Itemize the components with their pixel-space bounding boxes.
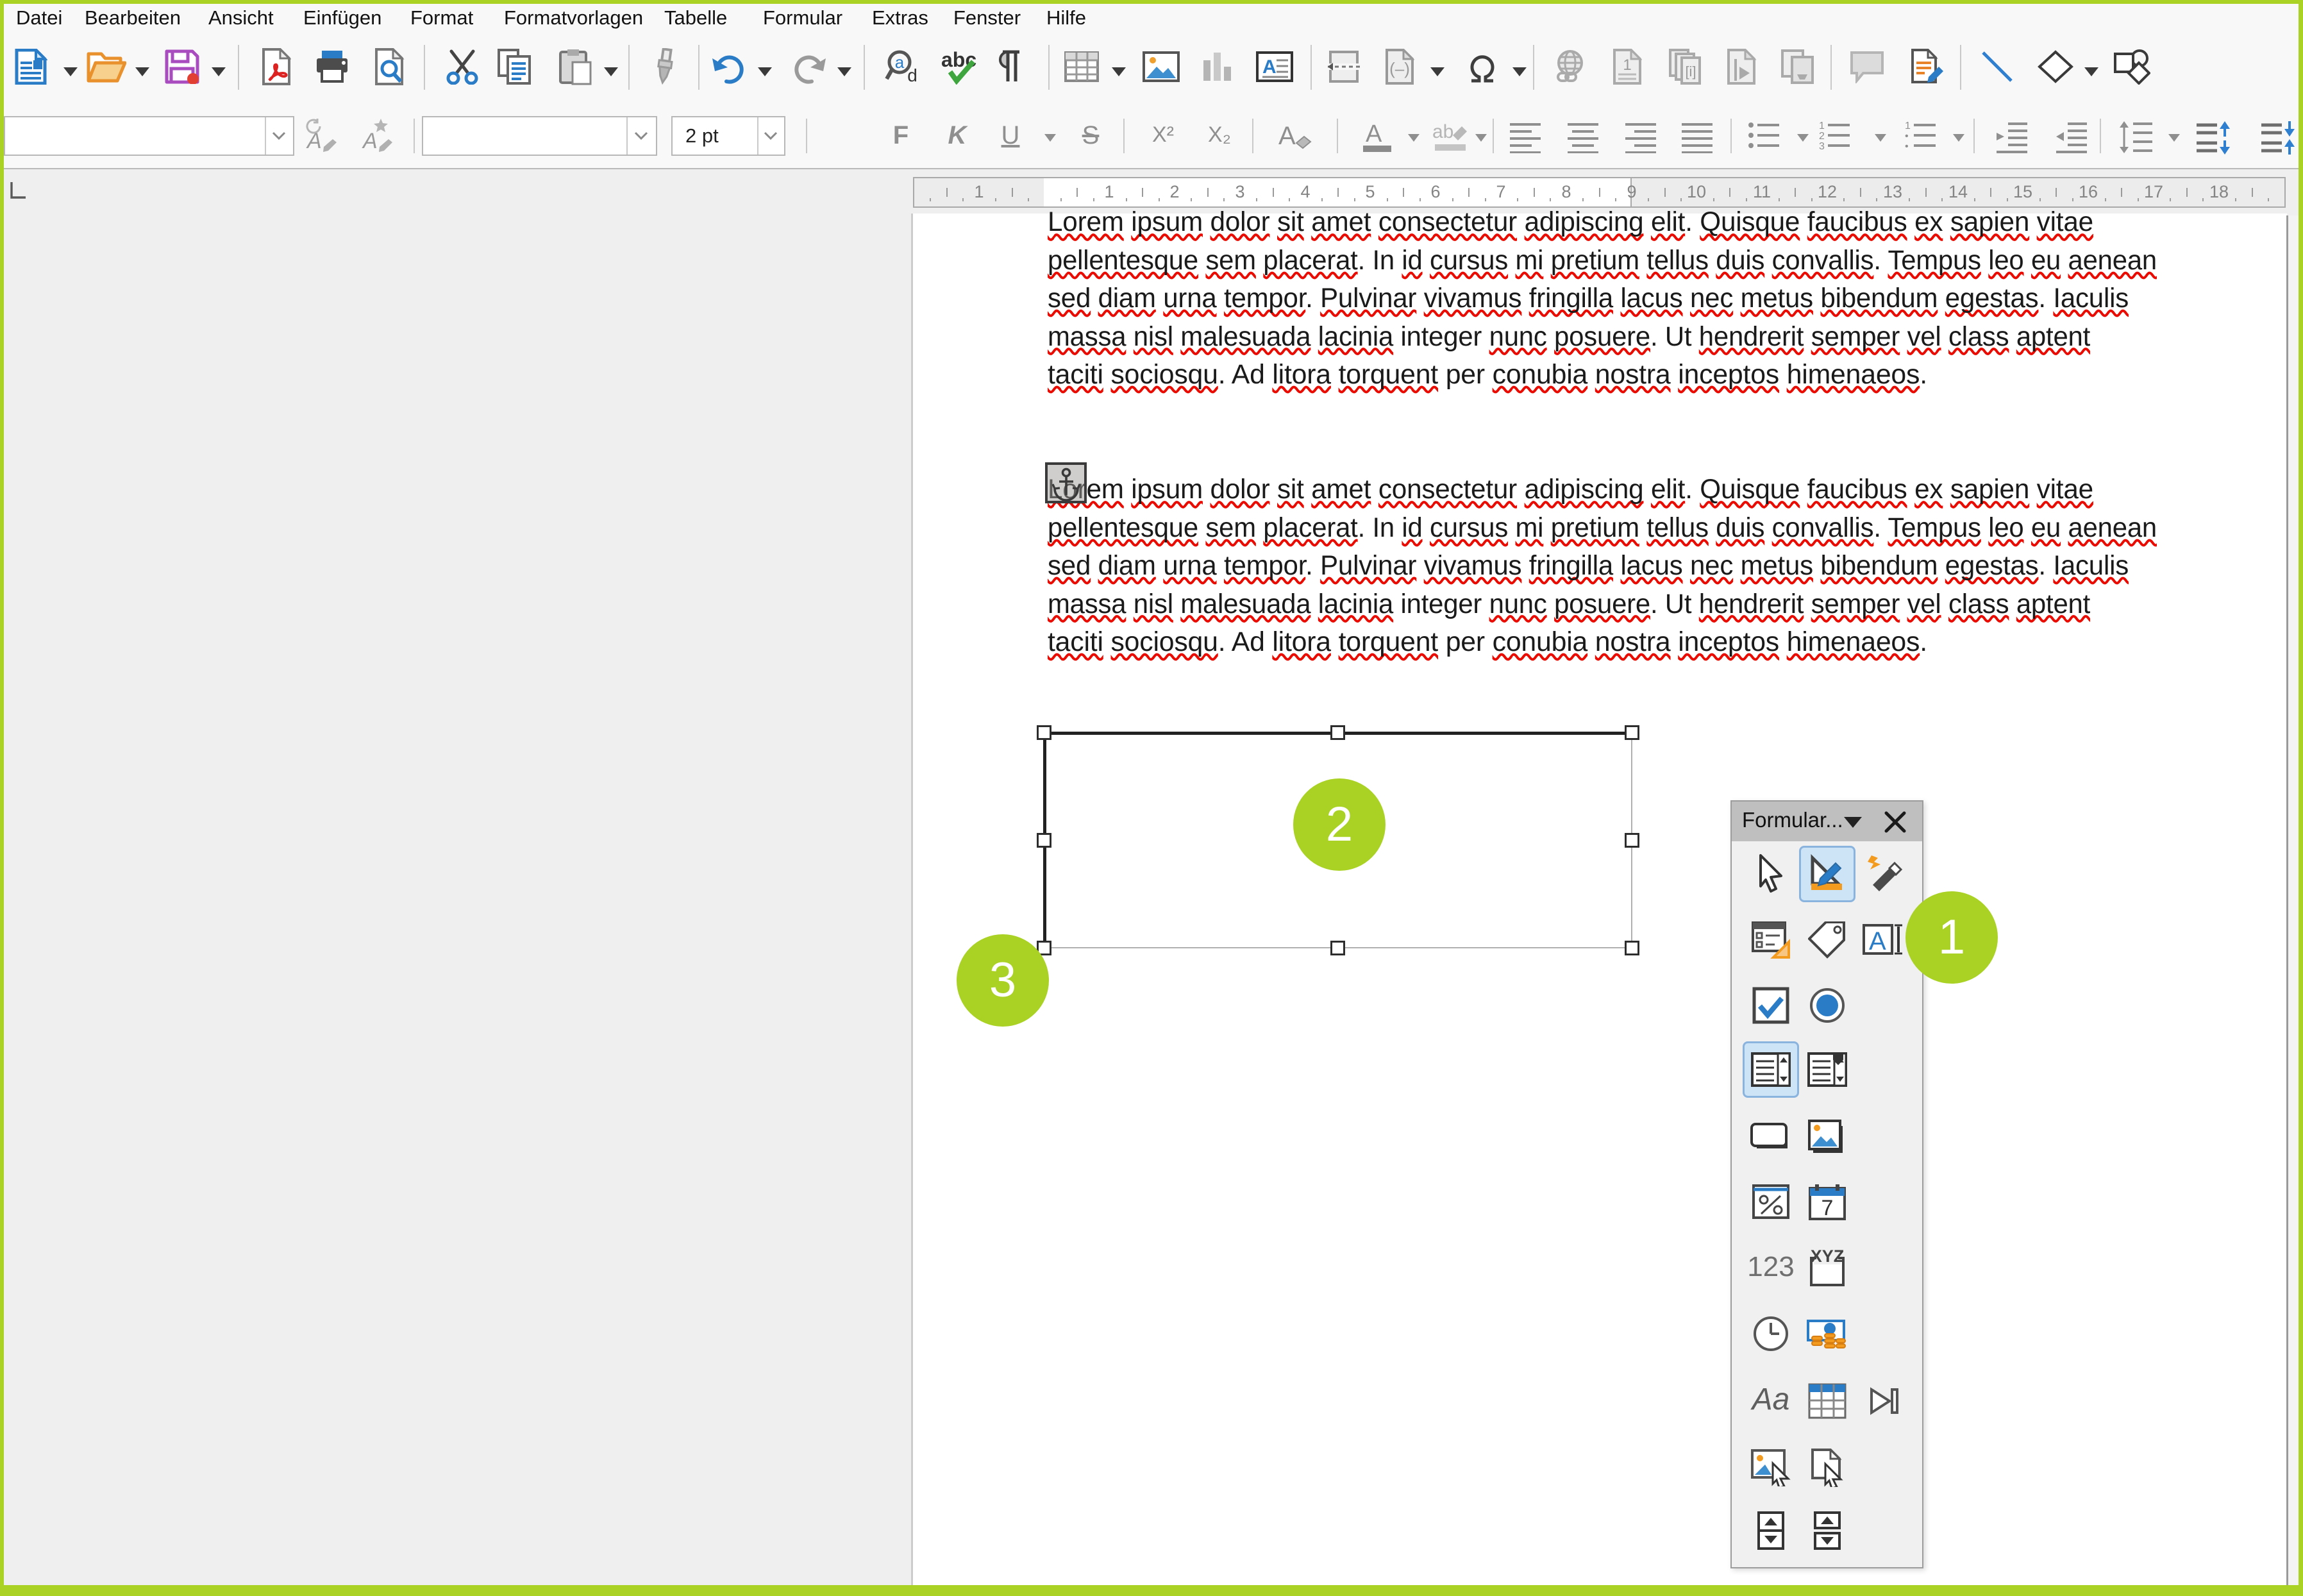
svg-text:(–): (–) bbox=[1389, 59, 1410, 78]
svg-text:1: 1 bbox=[1905, 121, 1911, 131]
svg-text:1: 1 bbox=[1623, 56, 1631, 74]
svg-text:A: A bbox=[362, 129, 378, 153]
svg-text:abc: abc bbox=[941, 49, 976, 71]
svg-text:3: 3 bbox=[1819, 141, 1825, 152]
svg-text:A: A bbox=[1278, 122, 1296, 150]
svg-text:A: A bbox=[1262, 56, 1277, 78]
svg-text:•: • bbox=[1905, 131, 1909, 142]
svg-text:7: 7 bbox=[1821, 1196, 1834, 1220]
svg-text:a: a bbox=[895, 53, 905, 72]
svg-text:d: d bbox=[907, 65, 917, 85]
svg-text:ab: ab bbox=[1432, 121, 1453, 142]
svg-text:[i]: [i] bbox=[1685, 63, 1696, 80]
svg-text:•: • bbox=[1905, 141, 1909, 152]
svg-text:A: A bbox=[306, 129, 322, 153]
svg-text:1: 1 bbox=[1819, 121, 1825, 131]
svg-text:2: 2 bbox=[1819, 131, 1825, 142]
svg-text:A: A bbox=[1366, 121, 1382, 147]
svg-text:A: A bbox=[1869, 927, 1886, 955]
